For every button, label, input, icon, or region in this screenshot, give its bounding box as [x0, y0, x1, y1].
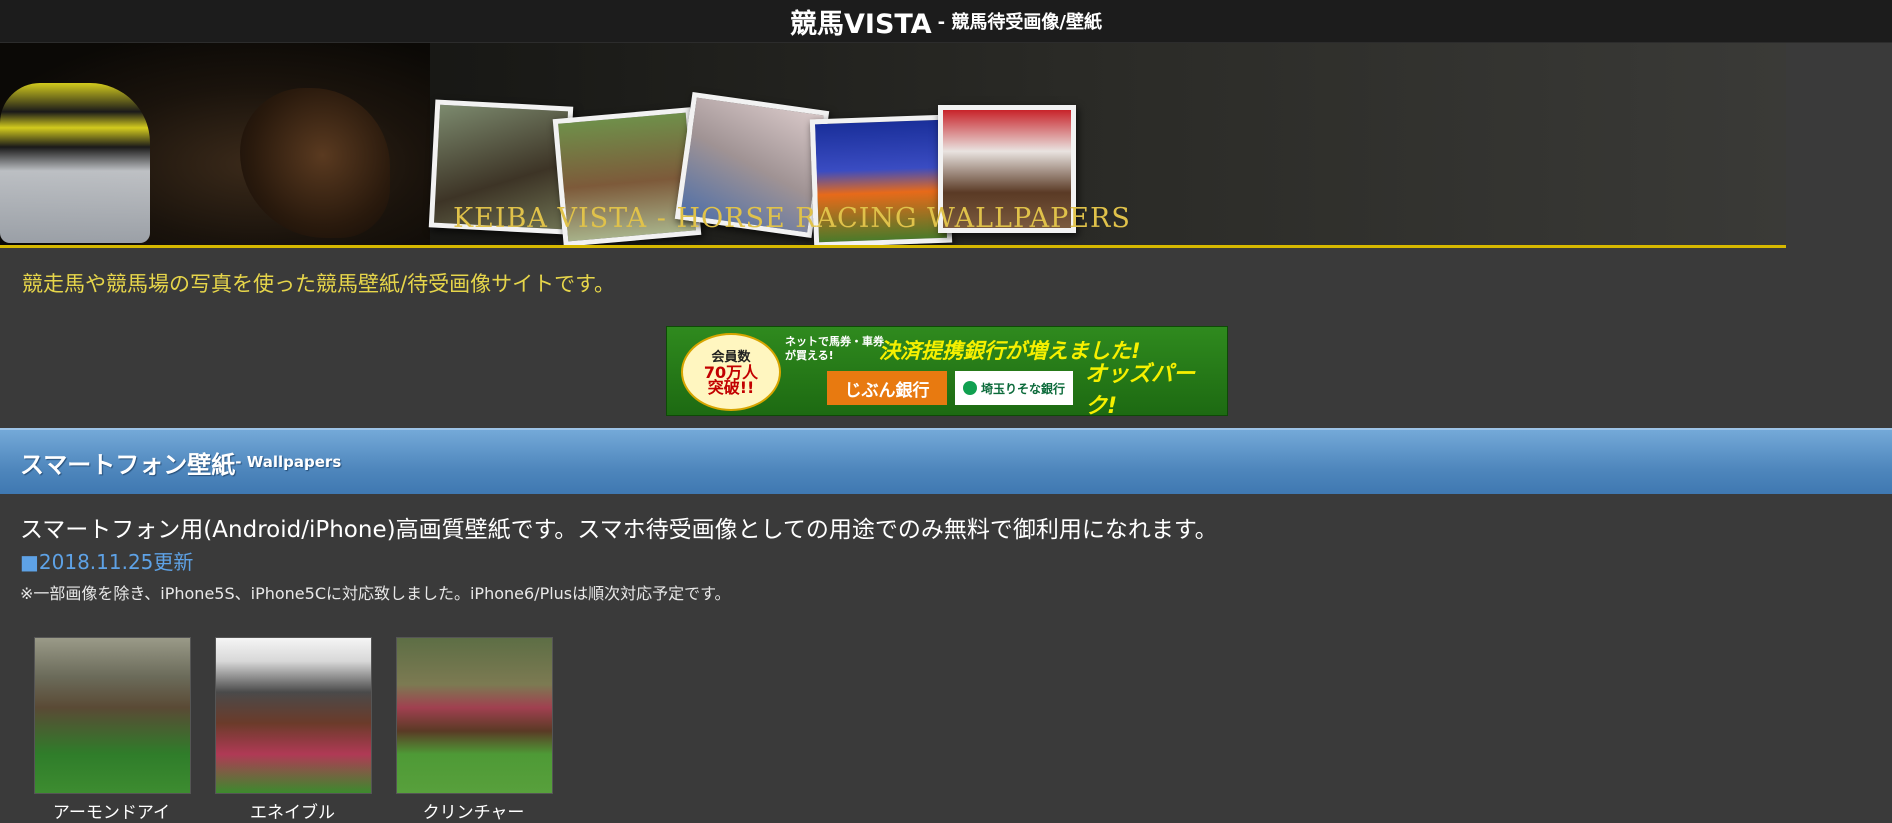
- wallpaper-thumbnail[interactable]: [34, 637, 191, 794]
- ad-bank2-button: 埼玉りそな銀行: [955, 371, 1073, 405]
- wallpaper-thumbnail[interactable]: [215, 637, 372, 794]
- wallpaper-grid: アーモンドアイ エネイブル クリンチャー: [34, 637, 553, 823]
- banner-jockey-image: [0, 83, 150, 243]
- site-title-bar: 競馬VISTA - 競馬待受画像/壁紙: [0, 0, 1892, 43]
- ad-member-badge: 会員数 70万人 突破!!: [681, 333, 781, 411]
- wallpaper-thumbnail[interactable]: [396, 637, 553, 794]
- site-brand[interactable]: 競馬VISTA: [790, 2, 932, 41]
- section-header: スマートフォン壁紙 - Wallpapers: [0, 428, 1892, 494]
- wallpaper-caption[interactable]: アーモンドアイ: [34, 798, 189, 823]
- ad-banner[interactable]: 会員数 70万人 突破!! ネットで馬券・車券が買える! 決済提携銀行が増えまし…: [666, 326, 1228, 416]
- ad-small-text: ネットで馬券・車券が買える!: [785, 335, 884, 362]
- ad-bank1-button: じぶん銀行: [827, 371, 947, 405]
- wallpaper-caption[interactable]: クリンチャー: [396, 798, 551, 823]
- ad-bank2-label: 埼玉りそな銀行: [980, 381, 1065, 396]
- header-banner[interactable]: KEIBA VISTA - HORSE RACING WALLPAPERS: [0, 43, 1786, 248]
- wallpaper-item[interactable]: アーモンドアイ: [34, 637, 191, 823]
- site-subtitle: - 競馬待受画像/壁紙: [937, 12, 1102, 33]
- section-description: スマートフォン用(Android/iPhone)高画質壁紙です。スマホ待受画像と…: [20, 517, 1218, 543]
- wallpaper-item[interactable]: エネイブル: [215, 637, 372, 823]
- update-link[interactable]: ■2018.11.25更新: [20, 546, 193, 575]
- leaf-icon: [962, 381, 977, 395]
- banner-caption: KEIBA VISTA - HORSE RACING WALLPAPERS: [453, 203, 1131, 234]
- ad-brand-logo: オッズパーク!: [1085, 362, 1196, 416]
- ad-badge-line3: 突破!!: [707, 377, 755, 397]
- wallpaper-item[interactable]: クリンチャー: [396, 637, 553, 823]
- section-subtitle: - Wallpapers: [235, 453, 342, 471]
- section-title: スマートフォン壁紙: [20, 450, 236, 479]
- site-intro-text: 競走馬や競馬場の写真を使った競馬壁紙/待受画像サイトです。: [22, 272, 615, 296]
- compatibility-note: ※一部画像を除き、iPhone5S、iPhone5Cに対応致しました。iPhon…: [20, 584, 731, 603]
- wallpaper-caption[interactable]: エネイブル: [215, 798, 370, 823]
